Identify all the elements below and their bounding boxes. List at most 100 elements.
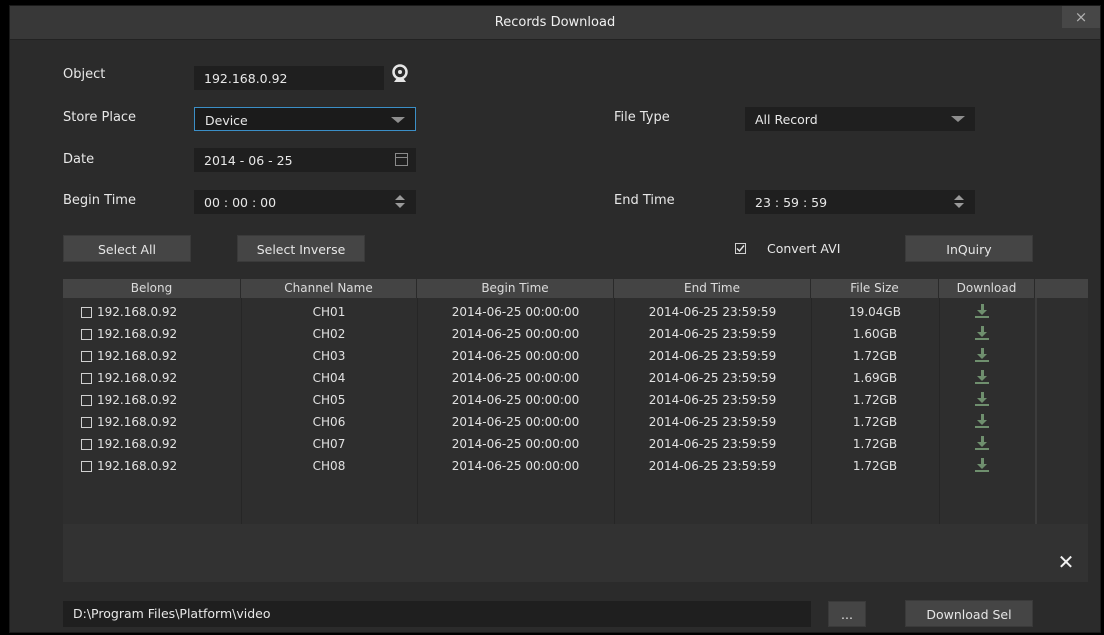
cell-end-time: 2014-06-25 23:59:59 [648,393,777,407]
table-row[interactable]: 192.168.0.92 CH03 2014-06-25 00:00:00 20… [63,346,1035,368]
cell-begin-time: 2014-06-25 00:00:00 [451,327,580,341]
cell-end-time: 2014-06-25 23:59:59 [648,459,777,473]
table-scrollbar[interactable] [1035,298,1037,524]
title-bar: Records Download × [10,6,1100,40]
cell-end-time: 2014-06-25 23:59:59 [648,415,777,429]
cell-end-time: 2014-06-25 23:59:59 [648,371,777,385]
column-header-end-time[interactable]: End Time [614,279,811,298]
cell-channel: CH01 [312,305,346,319]
end-time-value: 23 : 59 : 59 [755,195,828,210]
column-header-file-size[interactable]: File Size [811,279,939,298]
download-icon[interactable] [975,392,989,407]
close-icon[interactable]: × [1062,6,1100,28]
cell-belong: 192.168.0.92 [97,459,178,473]
close-icon[interactable]: ✕ [1056,552,1076,572]
download-icon[interactable] [975,304,989,319]
cell-file-size: 1.72GB [852,393,898,407]
spinner-icon[interactable] [954,195,966,209]
browse-button[interactable]: ... [828,601,866,627]
table-row[interactable]: 192.168.0.92 CH02 2014-06-25 00:00:00 20… [63,324,1035,346]
cell-begin-time: 2014-06-25 00:00:00 [451,415,580,429]
row-checkbox[interactable] [81,307,92,318]
cell-channel: CH02 [312,327,346,341]
begin-time-field[interactable]: 00 : 00 : 00 [194,190,416,214]
convert-avi-checkbox[interactable] [735,243,746,254]
cell-channel: CH07 [312,437,346,451]
table-row[interactable]: 192.168.0.92 CH04 2014-06-25 00:00:00 20… [63,368,1035,390]
cell-channel: CH04 [312,371,346,385]
cell-file-size: 1.60GB [852,327,898,341]
calendar-icon[interactable] [395,153,408,166]
cell-channel: CH06 [312,415,346,429]
cell-file-size: 1.72GB [852,349,898,363]
cell-file-size: 1.69GB [852,371,898,385]
file-type-select[interactable]: All Record [745,107,975,131]
spinner-icon[interactable] [395,195,407,209]
download-icon[interactable] [975,414,989,429]
inquiry-button[interactable]: InQuiry [905,235,1033,262]
cell-begin-time: 2014-06-25 00:00:00 [451,305,580,319]
download-icon[interactable] [975,436,989,451]
records-download-window: Records Download × Object 192.168.0.92 S… [9,5,1101,633]
cell-belong: 192.168.0.92 [97,349,178,363]
row-checkbox[interactable] [81,329,92,340]
store-place-label: Store Place [63,110,137,125]
download-icon[interactable] [975,326,989,341]
cell-file-size: 1.72GB [852,415,898,429]
records-table: Belong Channel Name Begin Time End Time … [63,279,1088,582]
cell-channel: CH05 [312,393,346,407]
cell-channel: CH08 [312,459,346,473]
download-icon[interactable] [975,370,989,385]
store-place-select[interactable]: Device [194,107,416,131]
cell-channel: CH03 [312,349,346,363]
cell-begin-time: 2014-06-25 00:00:00 [451,349,580,363]
object-field[interactable]: 192.168.0.92 [194,66,384,90]
table-header: Belong Channel Name Begin Time End Time … [63,279,1088,298]
cell-belong: 192.168.0.92 [97,437,178,451]
table-row[interactable]: 192.168.0.92 CH06 2014-06-25 00:00:00 20… [63,412,1035,434]
cell-belong: 192.168.0.92 [97,415,178,429]
column-header-channel-name[interactable]: Channel Name [241,279,417,298]
table-row[interactable]: 192.168.0.92 CH01 2014-06-25 00:00:00 20… [63,302,1035,324]
date-label: Date [63,152,95,167]
column-header-begin-time[interactable]: Begin Time [417,279,614,298]
cell-end-time: 2014-06-25 23:59:59 [648,327,777,341]
save-path-value: D:\Program Files\Platform\video [73,606,271,621]
row-checkbox[interactable] [81,461,92,472]
row-checkbox[interactable] [81,373,92,384]
column-header-download[interactable]: Download [939,279,1035,298]
end-time-label: End Time [614,193,675,208]
row-checkbox[interactable] [81,439,92,450]
cell-belong: 192.168.0.92 [97,327,178,341]
begin-time-value: 00 : 00 : 00 [204,195,277,210]
date-field[interactable]: 2014 - 06 - 25 [194,148,416,172]
store-place-value: Device [205,113,248,128]
cell-file-size: 1.72GB [852,437,898,451]
window-title: Records Download [494,15,616,30]
convert-avi-label: Convert AVI [767,241,841,256]
cell-belong: 192.168.0.92 [97,371,178,385]
row-checkbox[interactable] [81,417,92,428]
camera-icon[interactable] [390,64,410,84]
cell-end-time: 2014-06-25 23:59:59 [648,437,777,451]
table-row[interactable]: 192.168.0.92 CH05 2014-06-25 00:00:00 20… [63,390,1035,412]
download-selected-button[interactable]: Download Sel [905,600,1033,627]
table-row[interactable]: 192.168.0.92 CH08 2014-06-25 00:00:00 20… [63,456,1035,478]
cell-file-size: 1.72GB [852,459,898,473]
cell-belong: 192.168.0.92 [97,393,178,407]
save-path-field[interactable]: D:\Program Files\Platform\video [63,601,811,627]
download-icon[interactable] [975,348,989,363]
date-value: 2014 - 06 - 25 [204,153,293,168]
download-icon[interactable] [975,458,989,473]
select-inverse-button[interactable]: Select Inverse [237,235,365,262]
row-checkbox[interactable] [81,351,92,362]
column-header-belong[interactable]: Belong [63,279,241,298]
select-all-button[interactable]: Select All [63,235,191,262]
object-value: 192.168.0.92 [204,71,288,86]
cell-end-time: 2014-06-25 23:59:59 [648,349,777,363]
file-type-value: All Record [755,112,818,127]
table-row[interactable]: 192.168.0.92 CH07 2014-06-25 00:00:00 20… [63,434,1035,456]
cell-begin-time: 2014-06-25 00:00:00 [451,393,580,407]
end-time-field[interactable]: 23 : 59 : 59 [745,190,975,214]
row-checkbox[interactable] [81,395,92,406]
